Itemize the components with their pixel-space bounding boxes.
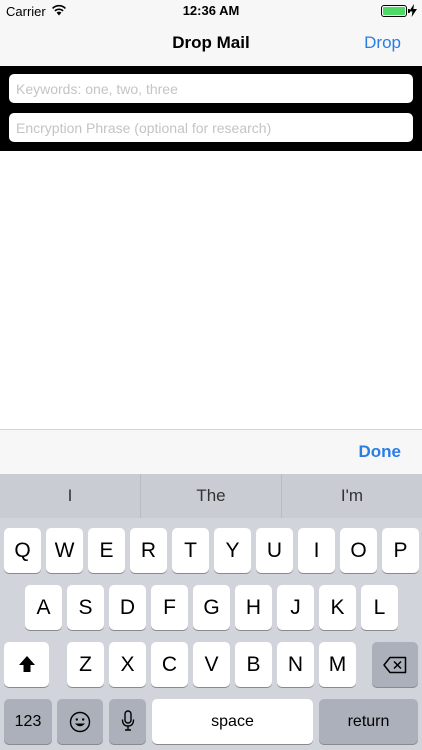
key-x[interactable]: X xyxy=(109,642,146,687)
key-y[interactable]: Y xyxy=(214,528,251,573)
key-a[interactable]: A xyxy=(25,585,62,630)
key-n[interactable]: N xyxy=(277,642,314,687)
shift-icon xyxy=(18,656,35,672)
key-s[interactable]: S xyxy=(67,585,104,630)
emoji-key[interactable] xyxy=(57,699,103,744)
key-m[interactable]: M xyxy=(319,642,356,687)
input-panel xyxy=(0,66,422,151)
return-key[interactable]: return xyxy=(319,699,418,744)
key-l[interactable]: L xyxy=(361,585,398,630)
keywords-input[interactable] xyxy=(9,74,413,103)
key-q[interactable]: Q xyxy=(4,528,41,573)
key-f[interactable]: F xyxy=(151,585,188,630)
key-t[interactable]: T xyxy=(172,528,209,573)
key-o[interactable]: O xyxy=(340,528,377,573)
microphone-icon xyxy=(121,710,134,731)
delete-key[interactable] xyxy=(372,642,418,687)
key-i[interactable]: I xyxy=(298,528,335,573)
shift-key[interactable] xyxy=(4,642,49,687)
keyboard: I The I'm Q W E R T Y U I O P A S D F G … xyxy=(0,474,422,750)
key-h[interactable]: H xyxy=(235,585,272,630)
navigation-bar: Drop Mail Drop xyxy=(0,22,422,66)
encryption-phrase-input[interactable] xyxy=(9,113,413,142)
numbers-key[interactable]: 123 xyxy=(4,699,52,744)
emoji-icon xyxy=(69,711,91,733)
key-u[interactable]: U xyxy=(256,528,293,573)
battery-level xyxy=(383,7,405,15)
key-d[interactable]: D xyxy=(109,585,146,630)
key-w[interactable]: W xyxy=(46,528,83,573)
key-z[interactable]: Z xyxy=(67,642,104,687)
key-k[interactable]: K xyxy=(319,585,356,630)
status-bar: Carrier 12:36 AM xyxy=(0,0,422,22)
key-j[interactable]: J xyxy=(277,585,314,630)
key-b[interactable]: B xyxy=(235,642,272,687)
done-button[interactable]: Done xyxy=(359,442,402,462)
key-c[interactable]: C xyxy=(151,642,188,687)
suggestion-bar: I The I'm xyxy=(0,474,422,518)
backspace-icon xyxy=(383,656,407,674)
status-time: 12:36 AM xyxy=(182,3,240,18)
key-g[interactable]: G xyxy=(193,585,230,630)
drop-button[interactable]: Drop xyxy=(364,33,401,53)
space-key[interactable]: space xyxy=(152,699,313,744)
keyboard-accessory-bar: Done xyxy=(0,429,422,474)
content-area xyxy=(0,151,422,429)
suggestion-item[interactable]: I xyxy=(0,474,140,518)
suggestion-item[interactable]: I'm xyxy=(282,474,422,518)
key-v[interactable]: V xyxy=(193,642,230,687)
suggestion-item[interactable]: The xyxy=(141,474,281,518)
battery-icon xyxy=(381,5,410,17)
dictation-key[interactable] xyxy=(109,699,146,744)
key-p[interactable]: P xyxy=(382,528,419,573)
charging-bolt-icon xyxy=(409,4,417,17)
key-e[interactable]: E xyxy=(88,528,125,573)
page-title: Drop Mail xyxy=(172,33,250,52)
key-r[interactable]: R xyxy=(130,528,167,573)
